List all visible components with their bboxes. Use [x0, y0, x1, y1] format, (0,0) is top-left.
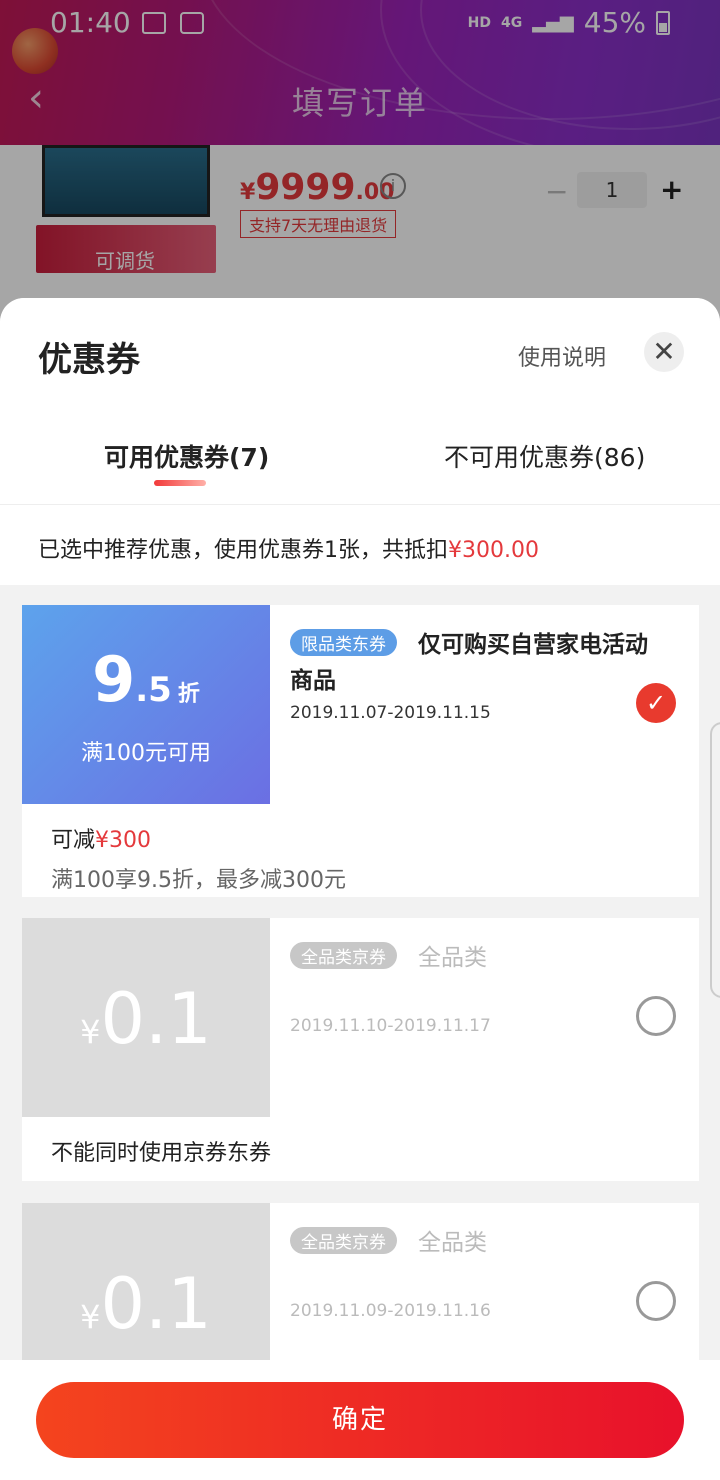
tab-unavailable-coupons[interactable]: 不可用优惠券(86): [444, 438, 645, 474]
discount-value: 9.5 折: [22, 643, 270, 716]
amount-number: 0.1: [100, 1263, 212, 1345]
coupon-value-panel: ¥0.1: [17, 918, 270, 1117]
tab-divider: [0, 504, 720, 505]
min-spend-condition: 满100元可用: [81, 741, 211, 766]
coupon-savings: 可减¥300: [51, 822, 151, 854]
scroll-handle[interactable]: [710, 722, 720, 998]
discount-integer: 9: [92, 643, 136, 716]
coupon-footer: 不能同时使用京券东券: [27, 1117, 699, 1181]
coupon-sheet-header: 优惠券 使用说明 ✕ 可用优惠券(7) 不可用优惠券(86) 已选中推荐优惠，使…: [0, 298, 720, 585]
coupon-card[interactable]: 9.5 折 满100元可用 限品类东券 仅可购买自营家电活动商品 2019.11.…: [17, 605, 699, 897]
coupon-date-range: 2019.11.07-2019.11.15: [290, 703, 491, 723]
coupon-detail-panel: 限品类东券 仅可购买自营家电活动商品 2019.11.07-2019.11.15…: [270, 605, 699, 804]
summary-text: 已选中推荐优惠，使用优惠券1张，共抵扣: [38, 538, 448, 563]
discount-unit: 折: [177, 682, 200, 707]
coupon-date-range: 2019.11.10-2019.11.17: [290, 1016, 491, 1036]
active-tab-indicator: [154, 480, 206, 486]
modal-overlay[interactable]: [0, 0, 720, 345]
summary-amount: ¥300.00: [448, 538, 539, 563]
savings-label: 可减: [51, 828, 96, 853]
coupon-rule: 满100享9.5折，最多减300元: [51, 868, 346, 893]
coupon-date-range: 2019.11.09-2019.11.16: [290, 1301, 491, 1321]
coupon-detail-panel: 全品类京券 全品类 2019.11.10-2019.11.17: [270, 918, 699, 1117]
coupon-description: 仅可购买自营家电活动商品: [290, 632, 648, 694]
unchecked-circle-icon[interactable]: [636, 996, 676, 1036]
amount-symbol: ¥: [80, 1298, 101, 1336]
coupon-footer: 可减¥300 满100享9.5折，最多减300元: [27, 804, 699, 897]
savings-amount: ¥300: [95, 828, 152, 853]
coupon-card[interactable]: ¥0.1 全品类京券 全品类 2019.11.10-2019.11.17 不能同…: [17, 918, 699, 1181]
unchecked-circle-icon[interactable]: [636, 1281, 676, 1321]
coupon-description: 全品类: [418, 1230, 487, 1256]
coupon-sheet: 优惠券 使用说明 ✕ 可用优惠券(7) 不可用优惠券(86) 已选中推荐优惠，使…: [0, 298, 720, 1480]
coupon-description: 全品类: [418, 945, 487, 971]
confirm-button[interactable]: 确定: [36, 1382, 684, 1458]
selected-discount-summary: 已选中推荐优惠，使用优惠券1张，共抵扣¥300.00: [38, 532, 539, 564]
coupon-amount: ¥0.1: [22, 978, 270, 1060]
usage-instructions-link[interactable]: 使用说明: [518, 340, 606, 372]
tab-available-coupons[interactable]: 可用优惠券(7): [104, 438, 269, 474]
amount-symbol: ¥: [80, 1013, 101, 1051]
discount-decimal: .5: [135, 670, 172, 710]
close-icon[interactable]: ✕: [644, 332, 684, 372]
sheet-title: 优惠券: [38, 340, 140, 380]
coupon-restriction-note: 不能同时使用京券东券: [51, 1141, 272, 1166]
check-circle-icon[interactable]: ✓: [636, 683, 676, 723]
coupon-value-panel: 9.5 折 满100元可用: [17, 605, 270, 804]
amount-number: 0.1: [100, 978, 212, 1060]
bottom-action-bar: 确定: [0, 1360, 720, 1480]
coupon-amount: ¥0.1: [22, 1263, 270, 1345]
